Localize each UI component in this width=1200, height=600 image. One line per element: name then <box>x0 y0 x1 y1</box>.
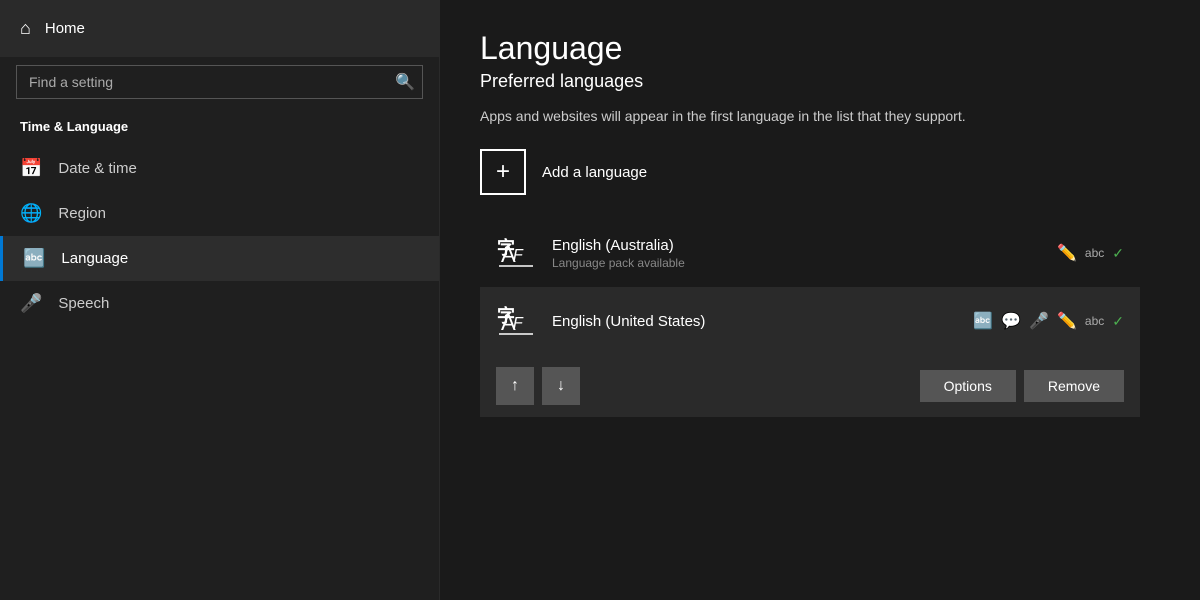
en-us-abc: abc <box>1085 314 1104 328</box>
home-label: Home <box>45 20 85 37</box>
language-icon: 🔤 <box>23 248 45 269</box>
language-list: A F 字 English (Australia) Language pack … <box>480 219 1160 417</box>
sidebar-item-date-time-label: Date & time <box>58 160 136 177</box>
en-au-checkmark-icon: ✓ <box>1112 245 1124 262</box>
en-us-speech-icon[interactable]: 🎤 <box>1029 311 1049 331</box>
language-item-en-au[interactable]: A F 字 English (Australia) Language pack … <box>480 219 1140 287</box>
add-language-button[interactable]: + Add a language <box>480 149 647 195</box>
en-us-info: English (United States) <box>552 313 957 330</box>
svg-text:字: 字 <box>497 237 515 258</box>
search-button[interactable]: 🔍 <box>395 72 415 92</box>
move-up-button[interactable]: ↑ <box>496 367 534 405</box>
en-au-subtitle: Language pack available <box>552 256 1041 270</box>
en-au-abc: abc <box>1085 246 1104 260</box>
en-au-icon: A F 字 <box>496 233 536 273</box>
region-icon: 🌐 <box>20 203 42 224</box>
date-time-icon: 📅 <box>20 158 42 179</box>
en-us-name: English (United States) <box>552 313 957 330</box>
speech-icon: 🎤 <box>20 293 42 314</box>
sidebar-item-language[interactable]: 🔤 Language <box>0 236 439 281</box>
up-arrow-icon: ↑ <box>511 377 519 395</box>
move-down-button[interactable]: ↓ <box>542 367 580 405</box>
options-label: Options <box>944 378 992 394</box>
svg-text:字: 字 <box>497 305 515 326</box>
en-au-name: English (Australia) <box>552 237 1041 254</box>
language-item-en-us[interactable]: A F 字 English (United States) 🔤 💬 🎤 ✏️ a… <box>480 287 1140 355</box>
remove-label: Remove <box>1048 378 1100 394</box>
en-us-region-icon[interactable]: 💬 <box>1001 311 1021 331</box>
en-us-icon: A F 字 <box>496 301 536 341</box>
en-au-edit-icon[interactable]: ✏️ <box>1057 243 1077 263</box>
sidebar: ⌂ Home 🔍 Time & Language 📅 Date & time 🌐… <box>0 0 440 600</box>
sidebar-item-speech[interactable]: 🎤 Speech <box>0 281 439 326</box>
search-box: 🔍 <box>16 65 423 99</box>
down-arrow-icon: ↓ <box>557 377 565 395</box>
sidebar-item-region[interactable]: 🌐 Region <box>0 191 439 236</box>
description: Apps and websites will appear in the fir… <box>480 106 1100 127</box>
home-icon: ⌂ <box>20 18 31 39</box>
search-input[interactable] <box>16 65 423 99</box>
add-language-icon: + <box>480 149 526 195</box>
en-au-actions: ✏️ abc ✓ <box>1057 243 1124 263</box>
options-button[interactable]: Options <box>920 370 1016 402</box>
main-content: Language Preferred languages Apps and we… <box>440 0 1200 600</box>
page-title: Language <box>480 30 1160 67</box>
sidebar-item-region-label: Region <box>58 205 106 222</box>
sidebar-item-date-time[interactable]: 📅 Date & time <box>0 146 439 191</box>
en-us-edit-icon[interactable]: ✏️ <box>1057 311 1077 331</box>
en-us-keyboard-icon[interactable]: 🔤 <box>973 311 993 331</box>
sidebar-section-title: Time & Language <box>0 115 439 146</box>
add-language-label: Add a language <box>542 164 647 181</box>
sidebar-item-language-label: Language <box>61 250 128 267</box>
sidebar-item-speech-label: Speech <box>58 295 109 312</box>
en-us-checkmark-icon: ✓ <box>1112 313 1124 330</box>
en-us-actions: 🔤 💬 🎤 ✏️ abc ✓ <box>973 311 1124 331</box>
language-controls: ↑ ↓ Options Remove <box>480 355 1140 417</box>
section-title: Preferred languages <box>480 71 1160 92</box>
sidebar-home-button[interactable]: ⌂ Home <box>0 0 439 57</box>
en-au-info: English (Australia) Language pack availa… <box>552 237 1041 270</box>
remove-button[interactable]: Remove <box>1024 370 1124 402</box>
